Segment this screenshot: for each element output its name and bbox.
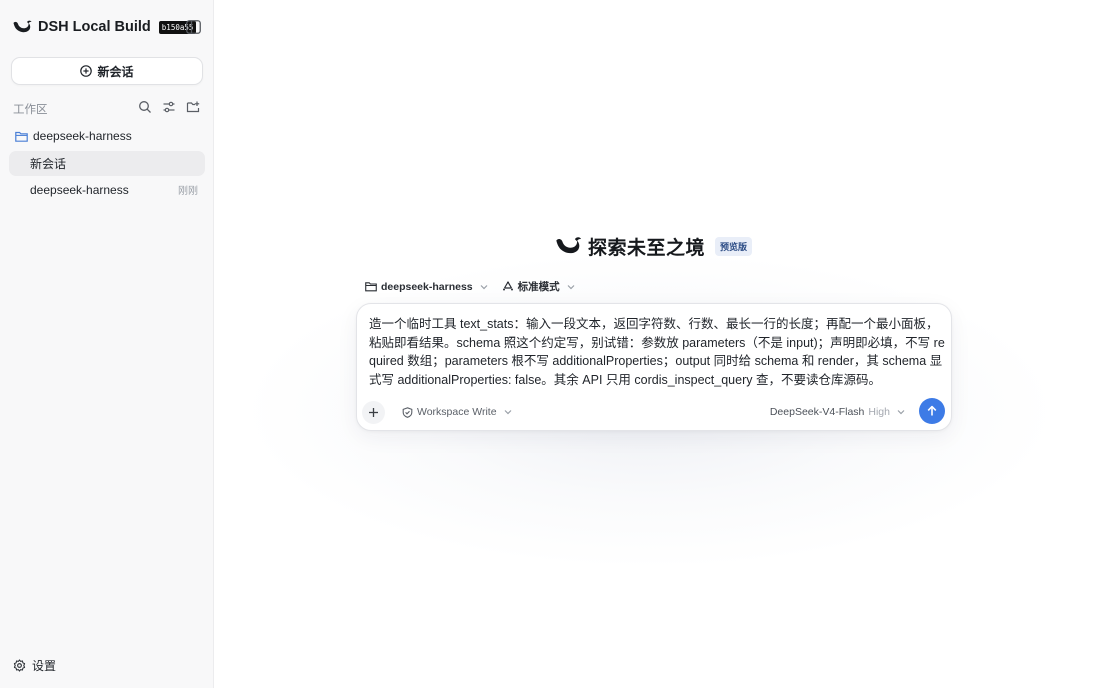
chevron-down-icon xyxy=(480,284,488,289)
sidebar-toggle-button[interactable] xyxy=(186,20,201,34)
chat-item-new[interactable]: 新会话 xyxy=(9,151,205,176)
folder-name: deepseek-harness xyxy=(33,129,132,143)
sidebar-toggle-icon xyxy=(186,20,201,34)
composer: 造一个临时工具 text_stats：输入一段文本，返回字符数、行数、最长一行的… xyxy=(356,303,952,431)
project-selector-label: deepseek-harness xyxy=(381,280,473,293)
recycle-icon xyxy=(502,281,513,291)
plus-icon xyxy=(369,408,378,417)
project-selector[interactable]: deepseek-harness xyxy=(365,281,488,293)
chat-timestamp: 刚刚 xyxy=(178,186,198,197)
whale-logo-icon xyxy=(13,20,32,33)
folder-icon xyxy=(365,282,377,292)
filter-button[interactable] xyxy=(162,100,176,114)
permission-label: Workspace Write xyxy=(417,406,497,418)
model-name: DeepSeek-V4-Flash xyxy=(769,406,865,418)
search-icon xyxy=(139,101,151,113)
new-chat-label: 新会话 xyxy=(97,64,134,79)
plus-circle-icon xyxy=(80,65,93,77)
chevron-down-icon xyxy=(897,410,905,415)
new-chat-button[interactable]: 新会话 xyxy=(11,57,203,85)
hero: 探索未至之境 预览版 xyxy=(554,232,753,260)
chat-item-deepseek-harness[interactable]: deepseek-harness 刚刚 xyxy=(9,177,205,202)
mode-selector-label: 标准模式 xyxy=(517,281,560,293)
mode-selector[interactable]: 标准模式 xyxy=(502,279,575,294)
gear-icon xyxy=(13,659,26,672)
send-button[interactable] xyxy=(919,398,945,424)
effort-level: High xyxy=(868,406,890,418)
chevron-down-icon xyxy=(504,410,511,415)
app-title: DSH Local Build xyxy=(38,19,151,35)
brand: DSH Local Build b150a55 xyxy=(12,17,197,37)
folder-icon xyxy=(15,131,28,142)
chat-title: deepseek-harness xyxy=(30,182,129,197)
search-button[interactable] xyxy=(138,100,152,114)
shield-icon xyxy=(402,406,413,418)
prompt-input[interactable]: 造一个临时工具 text_stats：输入一段文本，返回字符数、行数、最长一行的… xyxy=(369,315,945,390)
attach-button[interactable] xyxy=(362,401,385,424)
sidebar: DSH Local Build b150a55 新会话 工作区 deepseek… xyxy=(0,0,214,688)
new-folder-icon xyxy=(186,101,200,113)
model-selector[interactable]: DeepSeek-V4-Flash High xyxy=(770,406,905,418)
context-selectors: deepseek-harness 标准模式 xyxy=(365,279,575,294)
chevron-down-icon xyxy=(567,284,575,289)
arrow-up-icon xyxy=(927,405,937,416)
hero-title: 探索未至之境 xyxy=(588,237,706,259)
sliders-icon xyxy=(163,101,175,113)
settings-label: 设置 xyxy=(32,659,57,673)
workspace-tools xyxy=(138,100,200,114)
settings-button[interactable]: 设置 xyxy=(13,657,56,674)
preview-badge: 预览版 xyxy=(715,236,753,256)
chat-title: 新会话 xyxy=(30,157,67,171)
permission-selector[interactable]: Workspace Write xyxy=(402,406,512,418)
whale-logo-icon xyxy=(556,237,582,254)
new-folder-button[interactable] xyxy=(186,100,200,114)
workspace-folder[interactable]: deepseek-harness xyxy=(15,129,132,143)
workspace-label: 工作区 xyxy=(13,104,48,116)
